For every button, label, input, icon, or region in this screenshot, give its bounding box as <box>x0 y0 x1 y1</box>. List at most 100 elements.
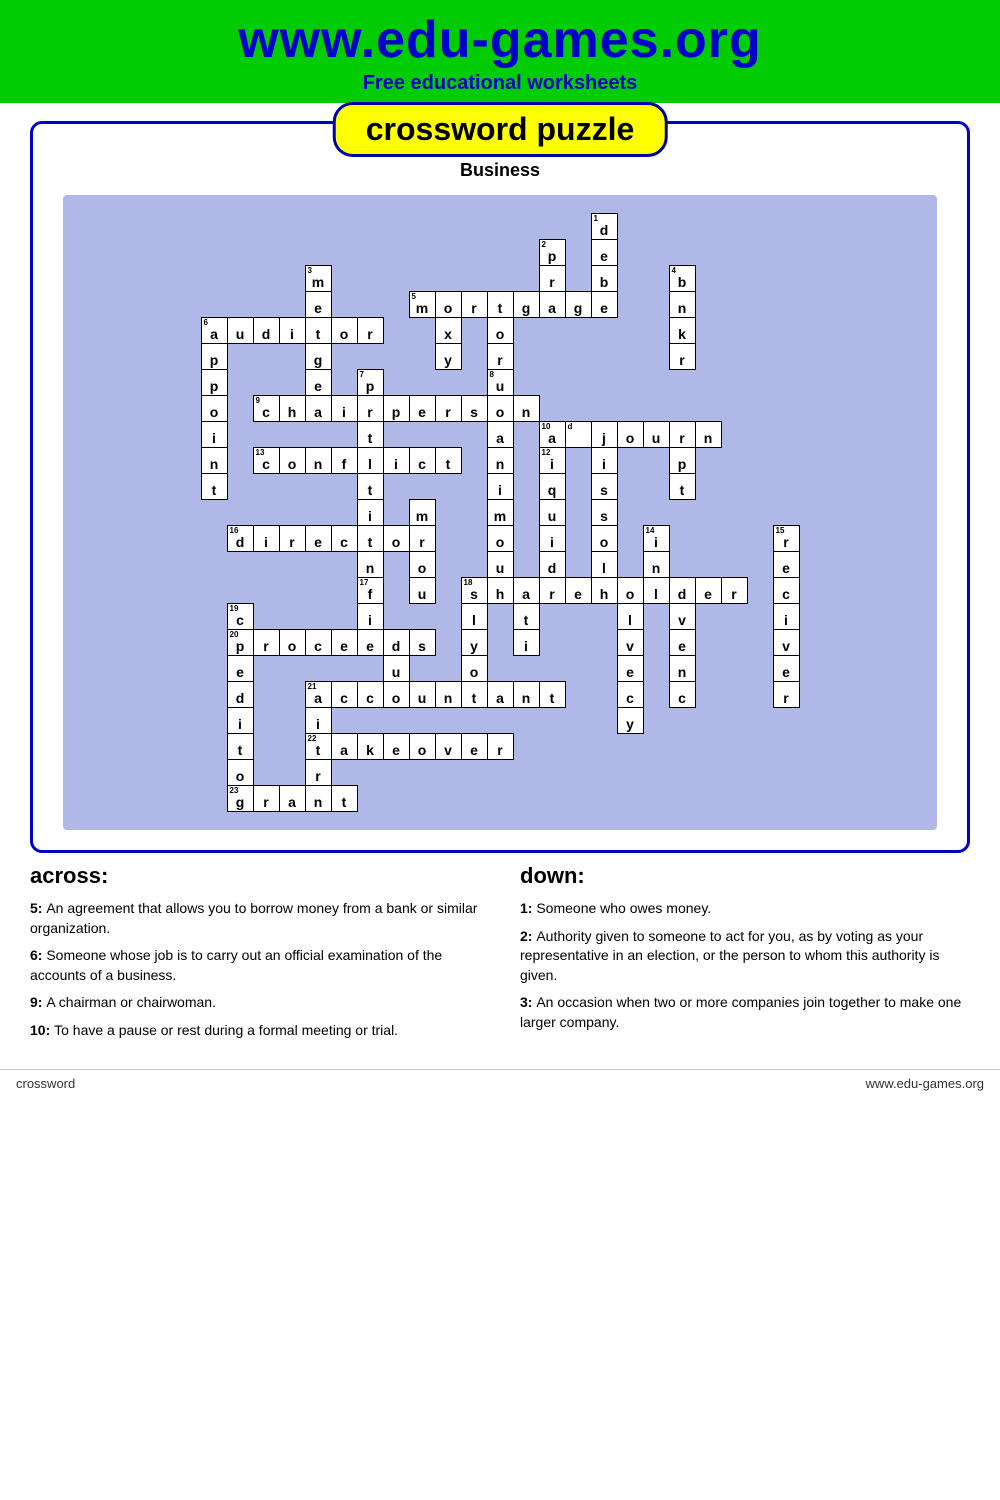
cell-empty <box>383 786 409 812</box>
grid-cell: o <box>435 292 461 318</box>
cell-empty <box>305 214 331 240</box>
site-tagline: Free educational worksheets <box>20 72 980 95</box>
cell-empty <box>643 292 669 318</box>
cell-empty <box>721 656 747 682</box>
cell-empty <box>565 214 591 240</box>
cell-empty <box>643 370 669 396</box>
cell-empty <box>201 292 227 318</box>
grid-cell: n <box>669 292 695 318</box>
cell-empty <box>253 266 279 292</box>
cell-empty <box>565 786 591 812</box>
cell-empty <box>643 656 669 682</box>
cell-empty <box>305 474 331 500</box>
grid-cell: n <box>305 786 331 812</box>
cell-empty <box>305 240 331 266</box>
cell-empty <box>435 630 461 656</box>
cell-empty <box>773 266 799 292</box>
cell-empty <box>409 318 435 344</box>
cell-empty <box>253 292 279 318</box>
cell-empty <box>435 266 461 292</box>
grid-cell: r <box>357 396 383 422</box>
grid-cell: y <box>435 344 461 370</box>
cell-empty <box>695 734 721 760</box>
cell-empty <box>617 344 643 370</box>
grid-cell: o <box>487 396 513 422</box>
cell-empty <box>617 448 643 474</box>
cell-empty <box>539 708 565 734</box>
cell-empty <box>513 474 539 500</box>
cell-empty <box>617 370 643 396</box>
grid-cell: q <box>539 474 565 500</box>
grid-cell: t <box>669 474 695 500</box>
grid-cell: i <box>383 448 409 474</box>
cell-empty <box>331 292 357 318</box>
cell-empty <box>331 760 357 786</box>
cell-empty <box>383 318 409 344</box>
cell-empty <box>305 578 331 604</box>
crossword-grid: 1d <box>201 213 800 812</box>
down-clues: down: 1: Someone who owes money. 2: Auth… <box>520 863 970 1049</box>
cell-empty <box>721 422 747 448</box>
cell-empty <box>331 656 357 682</box>
cell-empty <box>643 448 669 474</box>
cell-empty <box>409 370 435 396</box>
cell-empty <box>643 708 669 734</box>
grid-cell: n <box>487 448 513 474</box>
cell-empty <box>357 214 383 240</box>
grid-cell: 4b <box>669 266 695 292</box>
cell-empty <box>721 370 747 396</box>
cell-empty <box>539 630 565 656</box>
grid-cell: d <box>227 682 253 708</box>
cell-empty <box>721 682 747 708</box>
cell-empty <box>565 604 591 630</box>
grid-cell: 8u <box>487 370 513 396</box>
grid-cell: d <box>253 318 279 344</box>
grid-cell: r <box>669 422 695 448</box>
grid-cell: o <box>201 396 227 422</box>
grid-cell: 22t <box>305 734 331 760</box>
cell-empty <box>357 786 383 812</box>
cell-empty <box>253 682 279 708</box>
puzzle-title: crossword puzzle <box>333 102 668 157</box>
grid-cell: n <box>201 448 227 474</box>
grid-cell: m <box>409 500 435 526</box>
cell-empty <box>747 552 773 578</box>
cell-empty <box>513 370 539 396</box>
clue-across-5: 5: An agreement that allows you to borro… <box>30 899 480 938</box>
cell-empty <box>305 552 331 578</box>
grid-cell: t <box>539 682 565 708</box>
grid-cell: e <box>461 734 487 760</box>
cell-empty <box>565 630 591 656</box>
cell-empty <box>721 630 747 656</box>
cell-empty <box>253 344 279 370</box>
cell-empty <box>227 292 253 318</box>
cell-empty <box>461 370 487 396</box>
grid-cell: u <box>409 682 435 708</box>
cell-empty <box>721 786 747 812</box>
grid-cell: r <box>539 578 565 604</box>
grid-cell: r <box>305 760 331 786</box>
cell-empty <box>721 526 747 552</box>
cell-empty <box>643 786 669 812</box>
grid-cell: p <box>669 448 695 474</box>
cell-empty <box>617 474 643 500</box>
cell-empty <box>227 552 253 578</box>
grid-cell: 9c <box>253 396 279 422</box>
grid-cell: g <box>513 292 539 318</box>
cell-empty <box>461 448 487 474</box>
cell-empty <box>643 344 669 370</box>
cell-empty <box>643 760 669 786</box>
grid-cell: 6a <box>201 318 227 344</box>
cell-empty <box>435 760 461 786</box>
cell-empty <box>383 578 409 604</box>
cell-empty <box>643 604 669 630</box>
cell-empty <box>591 734 617 760</box>
grid-cell: a <box>487 682 513 708</box>
grid-cell: o <box>383 682 409 708</box>
across-heading: across: <box>30 863 480 889</box>
cell-empty <box>383 292 409 318</box>
cell-empty <box>721 214 747 240</box>
grid-cell: r <box>721 578 747 604</box>
cell-empty <box>253 500 279 526</box>
cell-empty <box>721 240 747 266</box>
